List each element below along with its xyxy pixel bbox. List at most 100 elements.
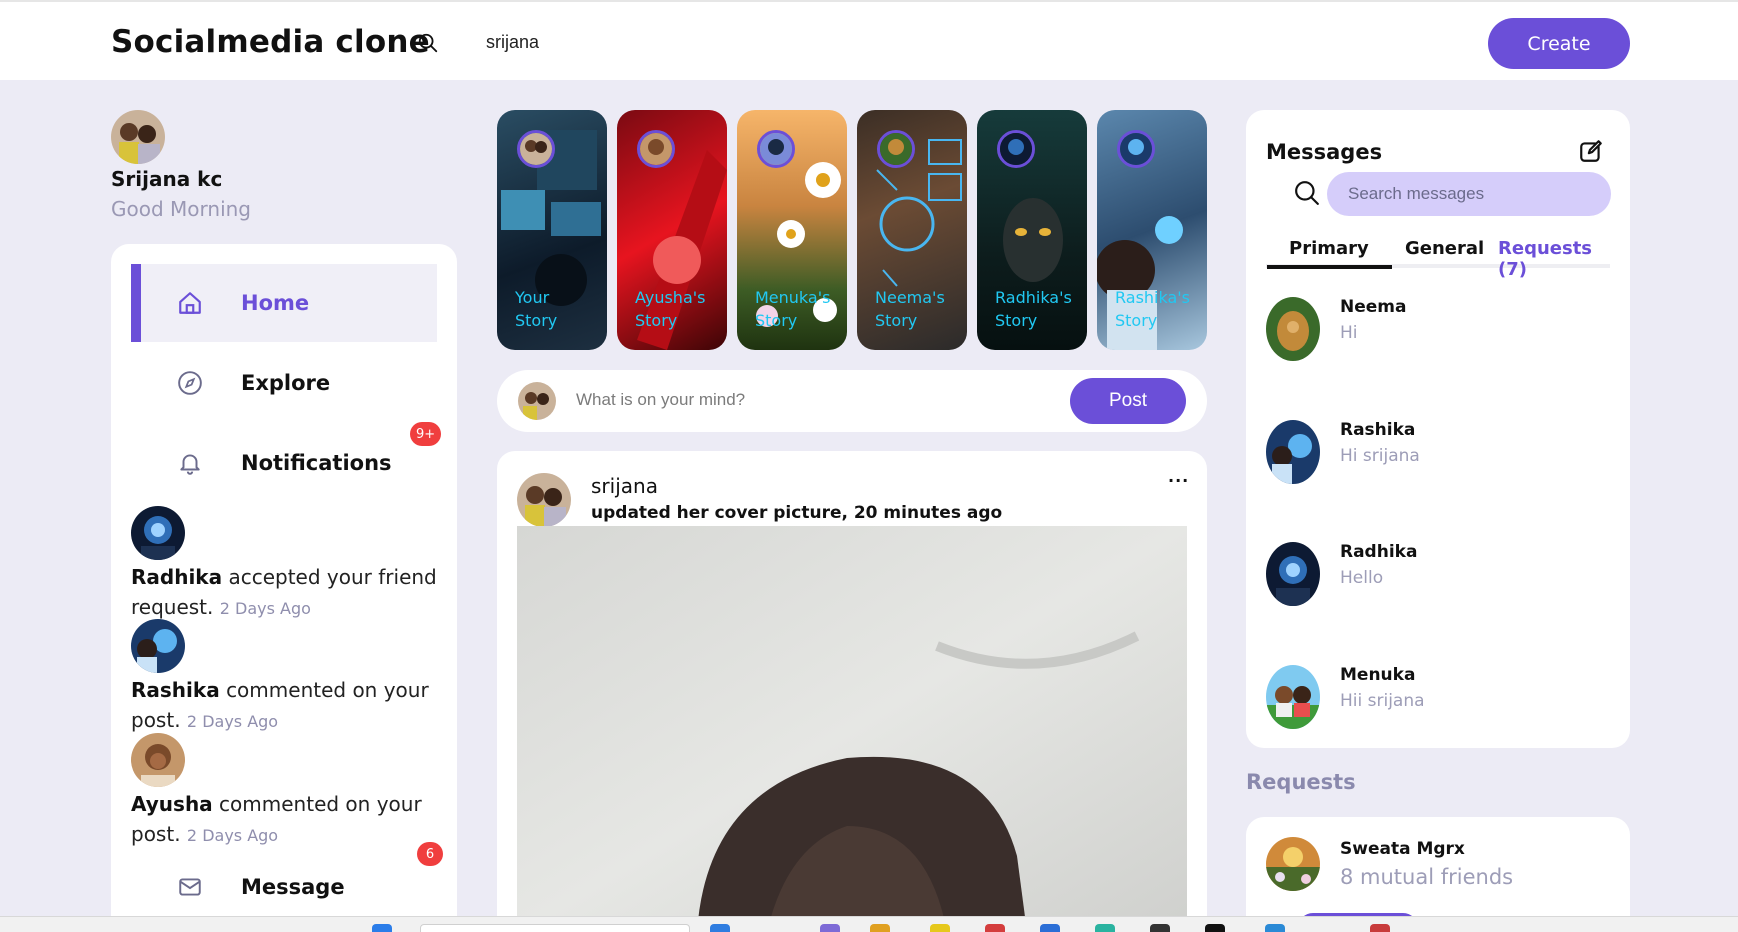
chat-name: Rashika — [1340, 420, 1416, 440]
app-icon[interactable] — [1370, 924, 1390, 932]
app-icon[interactable] — [1095, 924, 1115, 932]
os-taskbar — [0, 916, 1738, 932]
story-card[interactable]: Ayusha's Story — [617, 110, 727, 350]
chat-item[interactable]: Menuka Hii srijana — [1266, 665, 1610, 735]
story-caption-line1: Ayusha's — [635, 288, 706, 307]
app-icon[interactable] — [870, 924, 890, 932]
messages-title: Messages — [1266, 140, 1383, 164]
avatar[interactable] — [1266, 837, 1320, 891]
windows-start-icon[interactable] — [372, 924, 392, 932]
sidebar-item-explore[interactable]: Explore — [131, 344, 437, 422]
mutual-friends: 8 mutual friends — [1340, 865, 1514, 889]
notification-time: 2 Days Ago — [219, 599, 311, 618]
story-card[interactable]: Rashika's Story — [1097, 110, 1207, 350]
edit-icon[interactable] — [1578, 138, 1604, 164]
story-caption-line2: Story — [875, 311, 918, 330]
story-caption-line1: Radhika's — [995, 288, 1072, 307]
sidebar-item-label: Explore — [241, 371, 331, 395]
avatar — [1266, 542, 1320, 606]
search-messages-input[interactable] — [1327, 172, 1611, 216]
story-caption-line1: Your — [515, 288, 550, 307]
notification-item[interactable]: Radhika accepted your friend request. 2 … — [131, 506, 441, 624]
sidebar-item-home[interactable]: Home — [131, 264, 437, 342]
chat-item[interactable]: Rashika Hi srijana — [1266, 420, 1610, 490]
post-activity: updated her cover picture, 20 minutes ag… — [591, 503, 1003, 523]
chat-preview: Hi srijana — [1340, 446, 1420, 466]
app-icon[interactable] — [985, 924, 1005, 932]
avatar — [518, 382, 556, 420]
tab-general[interactable]: General — [1405, 238, 1484, 259]
story-caption-line2: Story — [515, 311, 558, 330]
profile-greeting: Good Morning — [111, 197, 251, 221]
chat-preview: Hi — [1340, 323, 1358, 343]
story-caption-line1: Neema's — [875, 288, 945, 307]
chat-preview: Hii srijana — [1340, 691, 1425, 711]
app-icon[interactable] — [1150, 924, 1170, 932]
search-icon[interactable] — [417, 32, 439, 54]
friend-request-card: Sweata Mgrx 8 mutual friends — [1246, 817, 1630, 932]
chat-name: Neema — [1340, 297, 1407, 317]
story-caption-line1: Rashika's — [1115, 288, 1191, 307]
search-input[interactable]: srijana — [486, 32, 539, 53]
story-caption-line1: Menuka's — [755, 288, 831, 307]
story-card[interactable]: Menuka's Story — [737, 110, 847, 350]
mail-icon — [179, 878, 201, 896]
post-composer: What is on your mind? Post — [497, 370, 1207, 432]
post-image[interactable] — [517, 526, 1187, 932]
notification-item[interactable]: Rashika commented on your post. 2 Days A… — [131, 619, 441, 737]
more-options-icon[interactable]: ··· — [1168, 471, 1189, 490]
post-input[interactable]: What is on your mind? — [576, 390, 745, 410]
chat-item[interactable]: Radhika Hello — [1266, 542, 1610, 612]
app-icon[interactable] — [1040, 924, 1060, 932]
story-avatar — [997, 130, 1035, 168]
tab-primary[interactable]: Primary — [1267, 238, 1392, 269]
avatar[interactable] — [517, 473, 571, 527]
app-icon[interactable] — [820, 924, 840, 932]
sidebar-item-message[interactable]: Message — [131, 848, 437, 926]
chat-item[interactable]: Neema Hi — [1266, 297, 1610, 367]
home-icon — [179, 292, 201, 314]
requests-heading: Requests — [1246, 770, 1356, 794]
sidebar-item-label: Home — [241, 291, 310, 315]
notification-time: 2 Days Ago — [186, 712, 279, 731]
request-name[interactable]: Sweata Mgrx — [1340, 839, 1465, 859]
profile-avatar[interactable] — [111, 110, 165, 164]
story-card[interactable]: Radhika's Story — [977, 110, 1087, 350]
chat-name: Menuka — [1340, 665, 1416, 685]
app-icon[interactable] — [930, 924, 950, 932]
profile-name[interactable]: Srijana kc — [111, 167, 222, 191]
search-icon — [1295, 181, 1319, 205]
avatar — [1266, 665, 1320, 729]
notification-name: Radhika — [131, 565, 223, 589]
avatar — [131, 506, 185, 560]
sidebar-item-notifications[interactable]: Notifications — [131, 424, 437, 502]
app-logo[interactable]: Socialmedia clone — [111, 24, 430, 60]
app-icon[interactable] — [1265, 924, 1285, 932]
notification-item[interactable]: Ayusha commented on your post. 2 Days Ag… — [131, 733, 441, 851]
tab-requests[interactable]: Requests (7) — [1498, 238, 1610, 280]
taskbar-search[interactable] — [420, 924, 690, 932]
story-avatar — [877, 130, 915, 168]
story-avatar — [637, 130, 675, 168]
post-author[interactable]: srijana — [591, 474, 658, 498]
compass-icon — [178, 371, 202, 395]
story-card[interactable]: Neema's Story — [857, 110, 967, 350]
story-card[interactable]: Your Story — [497, 110, 607, 350]
story-caption-line2: Story — [635, 311, 678, 330]
avatar — [1266, 420, 1320, 484]
story-avatar — [757, 130, 795, 168]
chat-preview: Hello — [1340, 568, 1384, 588]
notification-name: Ayusha — [131, 792, 213, 816]
messages-panel: Messages Primary General Requests (7) Ne… — [1246, 110, 1630, 748]
sidebar-nav: Home Explore Notifications 9+ Radhika ac… — [111, 244, 457, 932]
app-icon[interactable] — [1205, 924, 1225, 932]
create-button[interactable]: Create — [1488, 18, 1630, 69]
bell-icon — [180, 454, 200, 475]
avatar — [131, 619, 185, 673]
sidebar-item-label: Notifications — [241, 451, 392, 475]
notification-time: 2 Days Ago — [186, 826, 279, 845]
app-icon[interactable] — [710, 924, 730, 932]
notifications-badge: 9+ — [410, 422, 442, 446]
story-caption-line2: Story — [755, 311, 798, 330]
post-button[interactable]: Post — [1070, 378, 1186, 424]
